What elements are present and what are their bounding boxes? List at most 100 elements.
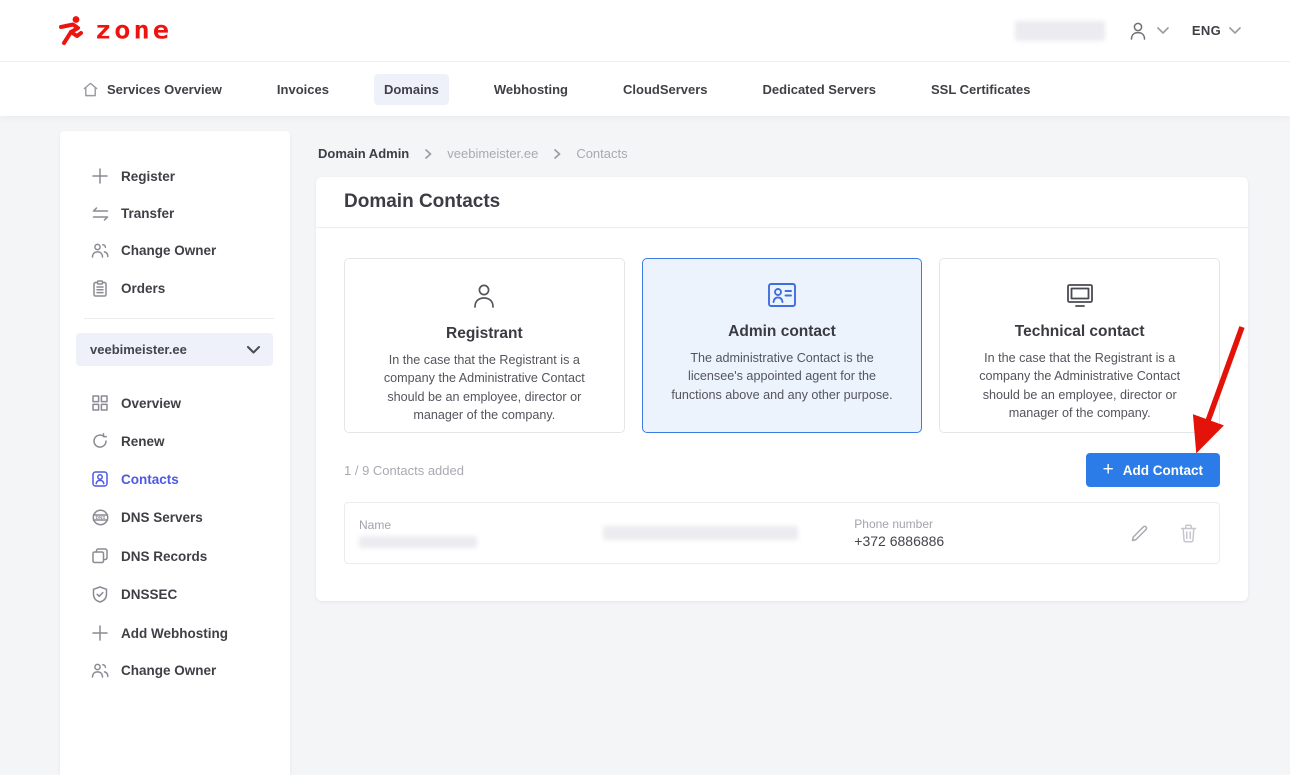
language-selector[interactable]: ENG [1192,23,1242,38]
phone-label: Phone number [854,517,1130,531]
breadcrumb: Domain Admin veebimeister.ee Contacts [318,146,1248,161]
nav-cloudservers[interactable]: CloudServers [613,74,718,105]
brand-name: zone [95,16,172,45]
trash-icon [1180,524,1197,543]
breadcrumb-domain-admin[interactable]: Domain Admin [318,146,409,161]
monitor-icon [1064,281,1096,309]
contact-phone-field: Phone number +372 6886886 [854,517,1130,549]
contact-name-field: Name [359,518,603,548]
sidebar-item-add-webhosting[interactable]: Add Webhosting [60,614,290,652]
pencil-icon [1130,524,1149,543]
contacts-count-row: 1 / 9 Contacts added + Add Contact [316,433,1248,487]
user-name-redacted [1015,21,1105,41]
nav-ssl-certificates[interactable]: SSL Certificates [921,74,1040,105]
chevron-down-icon [1228,26,1242,35]
contact-row: Name Phone number +372 6886886 [344,502,1220,564]
nav-label: SSL Certificates [931,82,1030,97]
chevron-right-icon [552,148,562,160]
grid-icon [92,395,108,411]
clipboard-icon [93,280,107,297]
sidebar-item-dns-servers[interactable]: DNS DNS Servers [60,498,290,537]
breadcrumb-domain[interactable]: veebimeister.ee [447,146,538,161]
sidebar-item-label: DNS Records [121,549,207,564]
chevron-down-icon [247,346,260,354]
sidebar-item-change-owner[interactable]: Change Owner [60,232,290,269]
nav-label: Webhosting [494,82,568,97]
sidebar-item-overview[interactable]: Overview [60,384,290,422]
sidebar-item-label: Add Webhosting [121,626,228,641]
edit-contact-button[interactable] [1130,524,1149,543]
renew-icon [92,433,108,449]
sidebar-item-label: Register [121,169,175,184]
plus-icon [92,168,108,184]
sidebar-item-label: Renew [121,434,165,449]
page-title: Domain Contacts [344,191,500,213]
nav-invoices[interactable]: Invoices [267,74,339,105]
breadcrumb-contacts: Contacts [576,146,627,161]
sidebar-item-orders[interactable]: Orders [60,269,290,308]
sidebar-item-renew[interactable]: Renew [60,422,290,460]
card-description: The administrative Contact is the licens… [663,349,902,404]
card-title: Admin contact [663,323,902,341]
nav-domains[interactable]: Domains [374,74,449,105]
contact-badge-icon [92,471,108,487]
svg-text:DNS: DNS [95,515,105,520]
plus-icon: + [1103,460,1114,479]
nav-label: Domains [384,82,439,97]
transfer-arrows-icon [92,207,109,221]
nav-label: Dedicated Servers [763,82,876,97]
divider [84,318,274,319]
nav-services-overview[interactable]: Services Overview [72,73,232,106]
people-icon [91,663,109,678]
copies-icon [92,548,108,564]
language-label: ENG [1192,23,1221,38]
nav-dedicated-servers[interactable]: Dedicated Servers [753,74,886,105]
domain-selector[interactable]: veebimeister.ee [76,333,273,366]
card-title: Technical contact [960,323,1199,341]
sidebar: Register Transfer Change Owner Orders ve… [60,131,290,775]
sidebar-item-label: Change Owner [121,663,216,678]
sidebar-item-label: Overview [121,396,181,411]
sidebar-item-label: DNSSEC [121,587,177,602]
zone-logo[interactable]: zone [57,15,172,47]
sidebar-item-dnssec[interactable]: DNSSEC [60,575,290,614]
card-admin-contact[interactable]: Admin contact The administrative Contact… [642,258,923,433]
phone-value: +372 6886886 [854,533,1130,549]
user-menu[interactable] [1127,20,1170,42]
person-icon [469,281,499,311]
sidebar-item-label: Transfer [121,206,174,221]
people-icon [91,243,109,258]
add-contact-label: Add Contact [1123,463,1203,478]
nav-webhosting[interactable]: Webhosting [484,74,578,105]
app-header: zone ENG [0,0,1290,62]
sidebar-item-dns-records[interactable]: DNS Records [60,537,290,575]
card-registrant[interactable]: Registrant In the case that the Registra… [344,258,625,433]
sidebar-item-label: Contacts [121,472,179,487]
sidebar-item-label: DNS Servers [121,510,203,525]
card-description: In the case that the Registrant is a com… [365,351,604,424]
nav-label: Services Overview [107,82,222,97]
id-card-icon [766,281,798,309]
nav-label: CloudServers [623,82,708,97]
card-description: In the case that the Registrant is a com… [960,349,1199,422]
home-icon [82,81,99,98]
contact-email-redacted [603,526,798,540]
shield-check-icon [92,586,108,603]
user-icon [1127,20,1149,42]
card-technical-contact[interactable]: Technical contact In the case that the R… [939,258,1220,433]
sidebar-item-register[interactable]: Register [60,157,290,195]
runner-icon [57,15,87,47]
sidebar-item-transfer[interactable]: Transfer [60,195,290,232]
add-contact-button[interactable]: + Add Contact [1086,453,1220,487]
chevron-down-icon [1156,26,1170,35]
delete-contact-button[interactable] [1180,524,1197,543]
plus-icon [92,625,108,641]
domain-contacts-panel: Domain Contacts Registrant In the case t… [316,177,1248,601]
sidebar-item-change-owner-domain[interactable]: Change Owner [60,652,290,689]
card-title: Registrant [365,325,604,343]
contact-name-redacted [359,536,477,548]
selected-domain: veebimeister.ee [90,342,187,357]
dns-globe-icon: DNS [92,509,109,526]
sidebar-item-label: Change Owner [121,243,216,258]
sidebar-item-contacts[interactable]: Contacts [60,460,290,498]
